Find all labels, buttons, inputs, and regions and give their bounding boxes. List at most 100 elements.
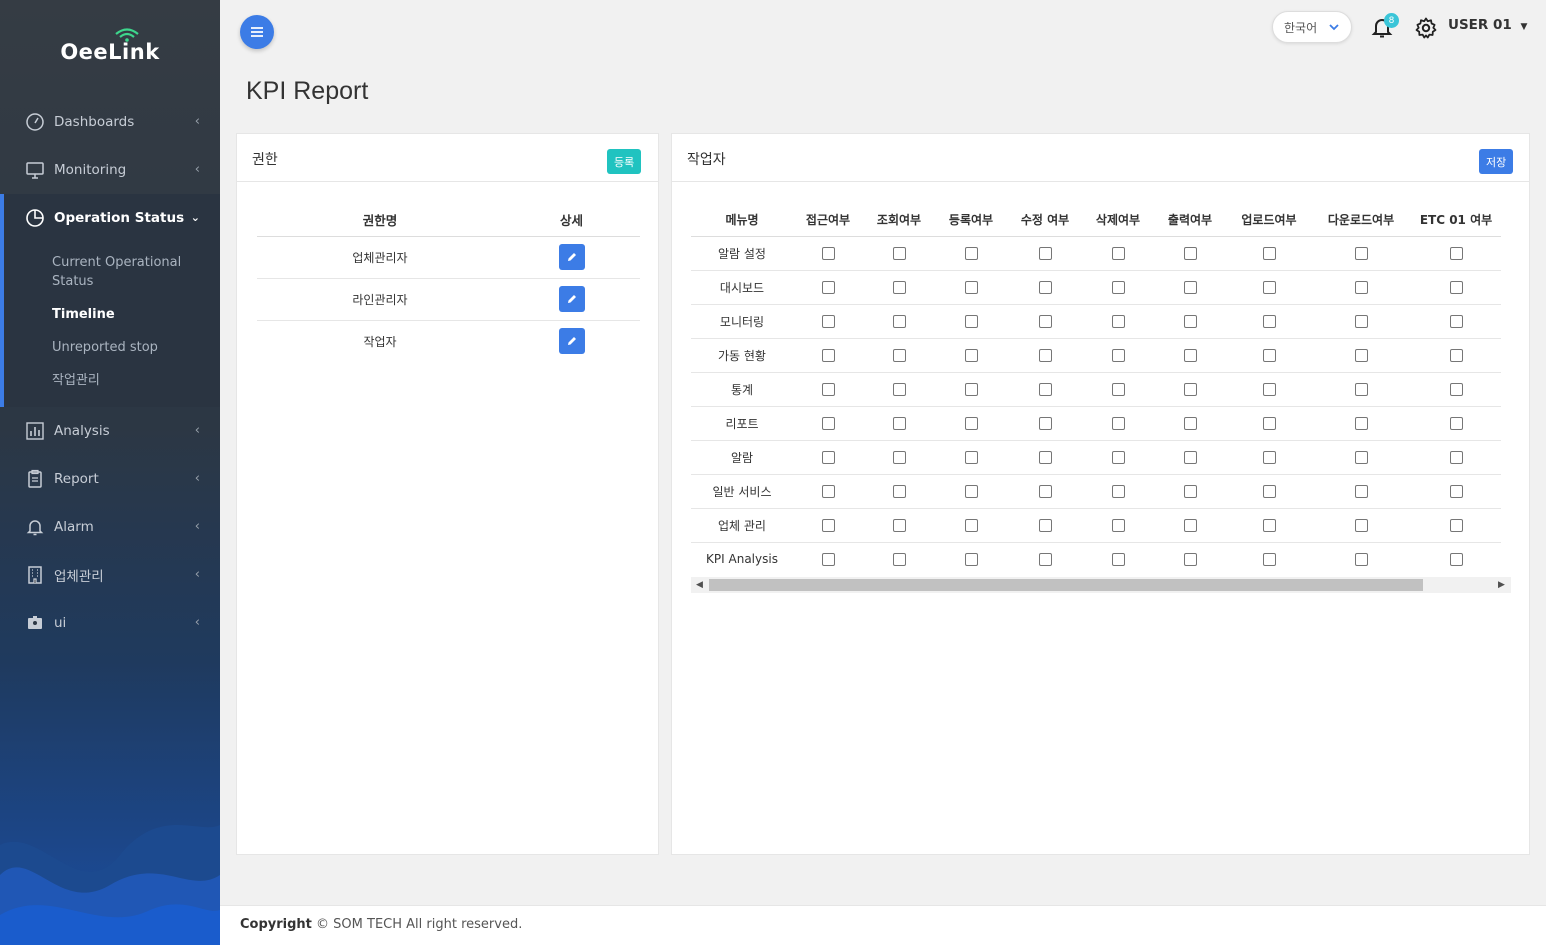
permission-checkbox[interactable]	[1038, 349, 1052, 362]
permission-checkbox[interactable]	[1111, 383, 1125, 396]
permission-checkbox[interactable]	[964, 417, 978, 430]
permission-checkbox[interactable]	[1111, 519, 1125, 532]
permission-checkbox[interactable]	[821, 281, 835, 294]
permission-checkbox[interactable]	[1111, 247, 1125, 260]
scroll-thumb[interactable]	[709, 579, 1423, 591]
permission-checkbox[interactable]	[821, 417, 835, 430]
permission-checkbox[interactable]	[1111, 485, 1125, 498]
sidebar-item-monitoring[interactable]: Monitoring ‹	[0, 146, 220, 194]
scroll-left-icon[interactable]: ◀	[696, 580, 703, 590]
permission-checkbox[interactable]	[1449, 553, 1463, 567]
permission-checkbox[interactable]	[964, 281, 978, 294]
permission-checkbox[interactable]	[892, 247, 906, 260]
permission-checkbox[interactable]	[892, 383, 906, 396]
brand-logo[interactable]: OeeLink	[0, 28, 220, 64]
permission-checkbox[interactable]	[964, 383, 978, 396]
permission-checkbox[interactable]	[892, 281, 906, 294]
permission-checkbox[interactable]	[964, 247, 978, 260]
permission-checkbox[interactable]	[1111, 281, 1125, 294]
permission-checkbox[interactable]	[1262, 281, 1276, 294]
sidebar-item-company[interactable]: 업체관리 ‹	[0, 551, 220, 599]
sidebar-item-report[interactable]: Report ‹	[0, 455, 220, 503]
permission-checkbox[interactable]	[892, 451, 906, 464]
permission-checkbox[interactable]	[1449, 451, 1463, 464]
sidebar-item-dashboards[interactable]: Dashboards ‹	[0, 98, 220, 146]
permission-checkbox[interactable]	[1183, 519, 1197, 532]
user-menu[interactable]: USER 01 ▼	[1448, 17, 1527, 33]
table-row[interactable]: 작업자	[257, 320, 640, 362]
permission-checkbox[interactable]	[964, 485, 978, 498]
submenu-item-unreported-stop[interactable]: Unreported stop	[52, 331, 220, 364]
edit-button[interactable]	[558, 244, 585, 270]
permission-checkbox[interactable]	[1354, 417, 1368, 430]
permission-checkbox[interactable]	[964, 553, 978, 567]
permission-checkbox[interactable]	[1038, 281, 1052, 294]
language-select[interactable]: 한국어	[1272, 11, 1352, 43]
sidebar-item-operation-status[interactable]: Operation Status ⌄	[4, 194, 220, 242]
permission-checkbox[interactable]	[1262, 247, 1276, 260]
horizontal-scrollbar[interactable]: ◀ ▶	[691, 577, 1511, 593]
permission-checkbox[interactable]	[1111, 451, 1125, 464]
permission-checkbox[interactable]	[1354, 485, 1368, 498]
permission-checkbox[interactable]	[1449, 315, 1463, 328]
submenu-item-current-operational-status[interactable]: Current Operational Status	[52, 246, 220, 298]
permission-checkbox[interactable]	[1111, 553, 1125, 567]
edit-button[interactable]	[558, 286, 585, 312]
permission-checkbox[interactable]	[1183, 451, 1197, 464]
permission-checkbox[interactable]	[1183, 383, 1197, 396]
gear-icon[interactable]	[1414, 16, 1438, 40]
register-button[interactable]: 등록	[607, 149, 642, 174]
permission-checkbox[interactable]	[1262, 315, 1276, 328]
permission-checkbox[interactable]	[1262, 553, 1276, 567]
save-button[interactable]: 저장	[1479, 149, 1514, 174]
permission-checkbox[interactable]	[1354, 553, 1368, 567]
permission-checkbox[interactable]	[964, 451, 978, 464]
permission-checkbox[interactable]	[964, 315, 978, 328]
permission-checkbox[interactable]	[1262, 451, 1276, 464]
permission-checkbox[interactable]	[1449, 281, 1463, 294]
submenu-item-work-management[interactable]: 작업관리	[52, 364, 220, 397]
permission-checkbox[interactable]	[821, 247, 835, 260]
table-row[interactable]: 라인관리자	[257, 278, 640, 321]
permission-checkbox[interactable]	[1183, 553, 1197, 567]
permission-checkbox[interactable]	[1183, 281, 1197, 294]
permission-checkbox[interactable]	[821, 553, 835, 567]
sidebar-item-analysis[interactable]: Analysis ‹	[0, 407, 220, 455]
permission-checkbox[interactable]	[1449, 519, 1463, 532]
permission-checkbox[interactable]	[1262, 349, 1276, 362]
permission-checkbox[interactable]	[1111, 349, 1125, 362]
menu-toggle-button[interactable]	[240, 15, 274, 49]
permission-checkbox[interactable]	[821, 519, 835, 532]
permission-checkbox[interactable]	[1111, 315, 1125, 328]
permission-checkbox[interactable]	[1262, 417, 1276, 430]
permission-checkbox[interactable]	[1111, 417, 1125, 430]
permission-checkbox[interactable]	[1449, 349, 1463, 362]
permission-checkbox[interactable]	[1354, 349, 1368, 362]
permission-checkbox[interactable]	[1038, 383, 1052, 396]
permissions-table-scroll[interactable]: 메뉴명 접근여부 조회여부 등록여부 수정 여부 삭제여부 출력여부 업로드여부 다운로드여부 E…	[691, 204, 1511, 576]
permission-checkbox[interactable]	[1449, 485, 1463, 498]
permission-checkbox[interactable]	[1038, 315, 1052, 328]
permission-checkbox[interactable]	[1038, 485, 1052, 498]
permission-checkbox[interactable]	[1183, 417, 1197, 430]
permission-checkbox[interactable]	[1354, 383, 1368, 396]
permission-checkbox[interactable]	[1262, 383, 1276, 396]
permission-checkbox[interactable]	[1183, 247, 1197, 260]
permission-checkbox[interactable]	[892, 349, 906, 362]
sidebar-item-ui[interactable]: ui ‹	[0, 599, 220, 647]
permission-checkbox[interactable]	[821, 349, 835, 362]
sidebar-item-alarm[interactable]: Alarm ‹	[0, 503, 220, 551]
permission-checkbox[interactable]	[964, 349, 978, 362]
edit-button[interactable]	[558, 328, 585, 355]
table-row[interactable]: 업체관리자	[257, 236, 640, 279]
permission-checkbox[interactable]	[1038, 553, 1052, 567]
permission-checkbox[interactable]	[1449, 247, 1463, 260]
permission-checkbox[interactable]	[1449, 417, 1463, 430]
permission-checkbox[interactable]	[1449, 383, 1463, 396]
permission-checkbox[interactable]	[964, 519, 978, 532]
permission-checkbox[interactable]	[1038, 417, 1052, 430]
permission-checkbox[interactable]	[821, 451, 835, 464]
permission-checkbox[interactable]	[1354, 315, 1368, 328]
permission-checkbox[interactable]	[1262, 485, 1276, 498]
permission-checkbox[interactable]	[892, 315, 906, 328]
